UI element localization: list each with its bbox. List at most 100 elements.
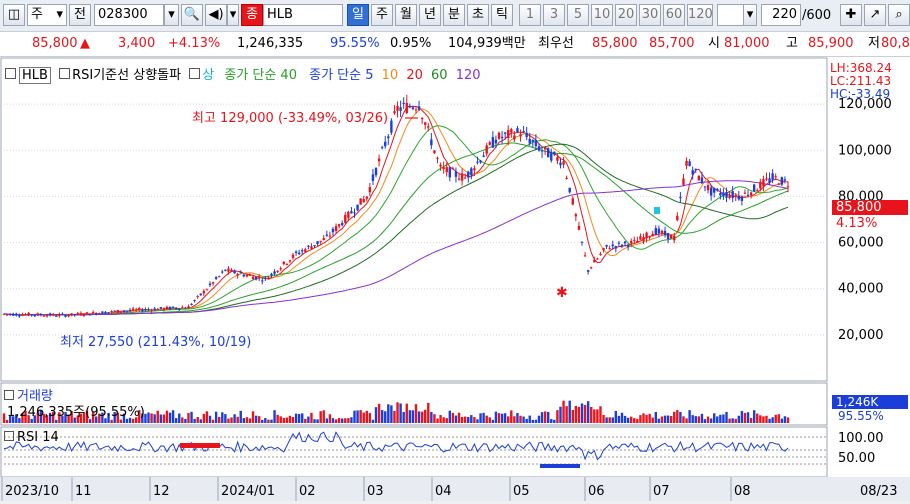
volume-bar (734, 418, 737, 423)
minute-120-button[interactable]: 120 (687, 4, 713, 26)
volume-bar (550, 419, 553, 423)
volume-bar (239, 410, 242, 423)
volume-bar (467, 416, 470, 423)
tab-year[interactable]: 년 (419, 4, 441, 26)
volume-bar (353, 410, 356, 423)
x-tick-label: 04 (435, 484, 452, 499)
volume-bar (147, 412, 150, 423)
minute-20-button[interactable]: 20 (615, 4, 637, 26)
candle-body (676, 215, 679, 221)
code-dropdown-icon[interactable]: ▾ (164, 4, 179, 26)
legend-box-icon[interactable] (5, 68, 16, 79)
legend-ma40[interactable]: 종가 단순 40 (224, 68, 297, 83)
volume-bar (556, 410, 559, 423)
candle-body (221, 271, 224, 273)
stock-name-field[interactable]: HLB (263, 4, 343, 26)
volume-bar (491, 419, 495, 423)
legend-up-signal[interactable]: 상 (202, 68, 214, 83)
candle-body (8, 313, 12, 315)
candle-body (328, 235, 332, 237)
candle-body (519, 134, 522, 137)
legend-box-icon[interactable] (59, 68, 71, 79)
price-chart[interactable]: ✱ 100.0050.00 120,000100,00080,00060,000… (0, 57, 910, 501)
legend-ma10[interactable]: 10 (382, 68, 399, 83)
chart-area[interactable]: ✱ 100.00 50.00 120,000 100,000 80,000 60,000… (0, 57, 910, 501)
legend-stock-name[interactable]: HLB (19, 67, 51, 84)
legend-box-icon[interactable] (189, 68, 201, 79)
minute-3-button[interactable]: 3 (543, 4, 565, 26)
minute-60-button[interactable]: 60 (663, 4, 685, 26)
tab-tick[interactable]: 틱 (491, 4, 513, 26)
minute-30-button[interactable]: 30 (639, 4, 661, 26)
search-icon[interactable]: 🔍 (181, 4, 203, 26)
volume-bar (479, 413, 482, 423)
volume-bar (436, 418, 439, 423)
volume-bar (414, 404, 418, 423)
legend-ma120[interactable]: 120 (456, 68, 481, 83)
open-label: 시 (708, 36, 720, 51)
rsi-tick-label: 50.00 (838, 451, 875, 466)
candle-body (516, 128, 519, 132)
legend-ma-label[interactable]: 종가 단순 (309, 68, 361, 83)
candle-body (353, 212, 356, 214)
volume-bar (457, 412, 461, 423)
candle-body (239, 272, 242, 274)
candle-body (116, 309, 119, 313)
zoom-icon[interactable]: ⌕ (888, 4, 910, 26)
minute-10-button[interactable]: 10 (591, 4, 613, 26)
legend-ma60[interactable]: 60 (431, 68, 448, 83)
x-tick-label: 08/23 (860, 484, 897, 499)
volume-bar (448, 410, 452, 423)
tab-second[interactable]: 초 (467, 4, 489, 26)
candle-body (276, 270, 279, 273)
candle-body (467, 171, 470, 178)
volume-bar (780, 418, 784, 423)
quote-bar: 85,800 ▲ 3,400 +4.13% 1,246,335 95.55% 0… (0, 32, 910, 57)
candle-body (525, 132, 528, 138)
volume-bar (731, 418, 734, 423)
candle-body (642, 237, 645, 242)
tab-week[interactable]: 주 (371, 4, 393, 26)
window-menu-icon[interactable]: ◫ (3, 4, 25, 26)
speaker-icon[interactable]: ◀) (205, 4, 227, 26)
candle-body (756, 190, 759, 192)
legend-rsi-signal[interactable]: RSI기준선 상향돌파 (72, 68, 181, 83)
y-tick-label: 60,000 (838, 236, 884, 251)
stock-code-input[interactable]: 028300 (94, 4, 164, 26)
legend-ma5[interactable]: 5 (365, 68, 373, 83)
period-select[interactable]: 주 ▾ (27, 4, 67, 26)
legend-box-icon[interactable] (4, 431, 14, 441)
minute-5-button[interactable]: 5 (567, 4, 589, 26)
candle-body (568, 187, 571, 193)
volume-bar (291, 417, 295, 423)
candle-body (27, 312, 30, 316)
interval-dropdown-icon[interactable]: ▾ (743, 4, 757, 26)
best-ask: 85,800 (592, 36, 638, 51)
volume-bar (636, 418, 639, 423)
candle-body (663, 230, 667, 236)
tab-minute[interactable]: 분 (443, 4, 465, 26)
candle-body (559, 162, 562, 166)
candle-body (691, 170, 694, 175)
volume-bar (454, 415, 458, 423)
candle-body (780, 177, 784, 185)
candle-body (316, 241, 319, 245)
crosshair-icon[interactable]: ✚ (840, 4, 862, 26)
candle-body (771, 173, 774, 180)
speaker-dropdown-icon[interactable]: ▾ (227, 4, 239, 26)
volume-bar (476, 419, 479, 423)
trend-tool-icon[interactable]: ↗ (864, 4, 886, 26)
volume-bar (433, 414, 436, 423)
candle-body (666, 233, 670, 240)
jeon-button[interactable]: 전 (69, 4, 91, 26)
legend-ma20[interactable]: 20 (406, 68, 423, 83)
tab-day[interactable]: 일 (347, 4, 369, 26)
minute-1-button[interactable]: 1 (519, 4, 541, 26)
count-input[interactable]: 220 (761, 4, 801, 26)
tab-month[interactable]: 월 (395, 4, 417, 26)
legend-box-icon[interactable] (4, 390, 14, 400)
candle-body (762, 179, 765, 187)
candle-body (479, 160, 482, 163)
candle-body (679, 197, 682, 199)
candle-body (550, 151, 553, 161)
